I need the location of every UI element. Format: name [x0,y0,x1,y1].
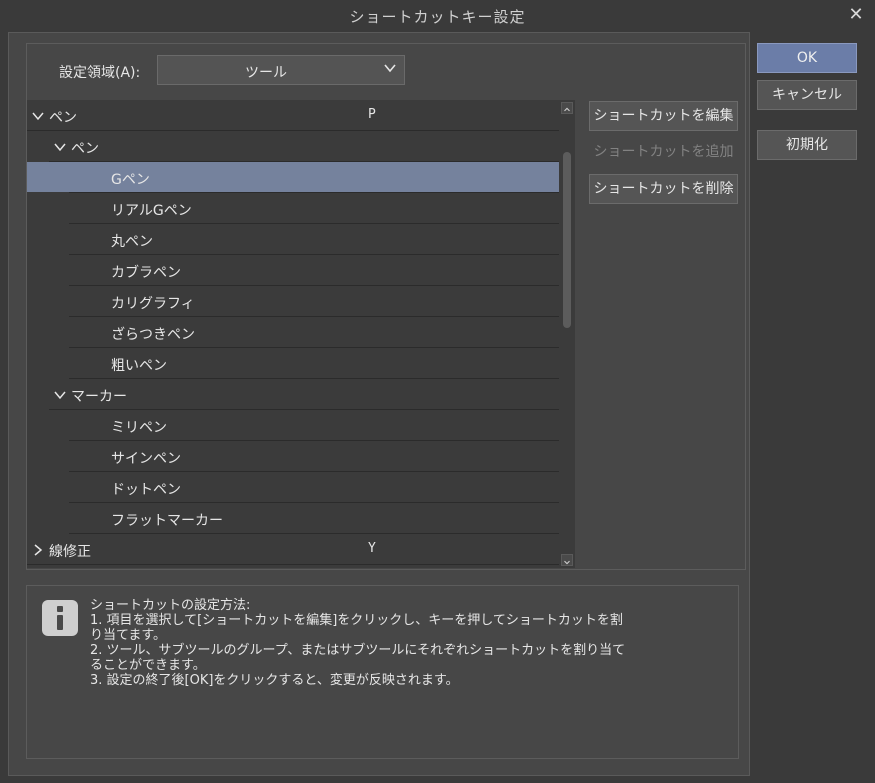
tree-row[interactable]: カブラペン [27,255,559,286]
chevron-up-icon [564,107,570,112]
chevron-down-icon[interactable] [54,389,66,401]
info-line-2b: ることができます。 [90,658,206,673]
tree-item-label: カリグラフィ [111,296,195,312]
tree-row[interactable]: ざらつきペン [27,317,559,348]
scroll-up-button[interactable] [561,102,573,114]
tree-row[interactable]: ドットペン [27,472,559,503]
tree-row[interactable]: Gペン [27,162,559,193]
scroll-down-button[interactable] [561,554,573,566]
main-panel: 設定領域(A): ツール ペン P ペン GペンリアルGペン 丸ペンカブラペンカリグラフ… [8,32,750,776]
title-bar: ショートカットキー設定 ✕ [0,0,875,32]
tree-item-label: ざらつきペン [111,327,195,343]
cancel-button[interactable]: キャンセル [757,80,857,110]
tree-scrollbar[interactable] [559,100,575,568]
tree-row[interactable]: ペン P [27,100,559,131]
info-line-1b: り当てます。 [90,628,167,643]
row-divider [27,564,559,565]
tree-item-label: マーカー [71,389,127,405]
tree-row[interactable]: マーカー [27,379,559,410]
tree-item-label: 丸ペン [111,234,153,250]
selection-highlight [27,162,559,192]
tree-row[interactable]: リアルGペン [27,193,559,224]
tree-row[interactable]: フラットマーカー [27,503,559,534]
shortcut-tree[interactable]: ペン P ペン GペンリアルGペン 丸ペンカブラペンカリグラフィ ざらつきペン 粗いペンマー… [27,100,559,568]
info-heading: ショートカットの設定方法: [90,598,251,613]
tree-row[interactable]: サインペン [27,441,559,472]
reset-button[interactable]: 初期化 [757,130,857,160]
info-line-1a: 1. 項目を選択して[ショートカットを編集]をクリックし、キーを押してショートカ… [90,613,623,628]
info-icon [42,600,78,636]
tree-row[interactable]: ミリペン [27,410,559,441]
tree-item-shortcut: Y [368,541,376,556]
tree-item-label: カブラペン [111,265,181,281]
tree-item-label: ミリペン [111,420,167,436]
delete-shortcut-button[interactable]: ショートカットを削除 [589,174,738,204]
tree-row[interactable]: 線修正 Y [27,534,559,565]
scroll-thumb[interactable] [563,152,571,328]
tree-item-label: ペン [49,110,77,126]
area-selected-value: ツール [245,65,287,81]
info-line-3: 3. 設定の終了後[OK]をクリックすると、変更が反映されます。 [90,673,459,688]
window-title: ショートカットキー設定 [349,8,526,26]
info-line-2a: 2. ツール、サブツールのグループ、またはサブツールにそれぞれショートカットを割… [90,643,626,658]
tree-item-label: サインペン [111,451,181,467]
tree-row[interactable]: カリグラフィ [27,286,559,317]
tree-item-label: 粗いペン [111,358,167,374]
close-icon[interactable]: ✕ [847,6,865,24]
area-dropdown[interactable]: ツール [157,55,405,85]
tree-item-label: ペン [71,141,99,157]
chevron-right-icon[interactable] [32,544,44,556]
info-text: ショートカットの設定方法: 1. 項目を選択して[ショートカットを編集]をクリッ… [90,598,730,688]
ok-button[interactable]: OK [757,43,857,73]
tree-item-label: フラットマーカー [111,513,223,529]
chevron-down-icon[interactable] [32,110,44,122]
tree-item-shortcut: P [368,107,376,122]
tree-item-label: ドットペン [111,482,181,498]
chevron-down-icon [564,560,570,565]
info-box: ショートカットの設定方法: 1. 項目を選択して[ショートカットを編集]をクリッ… [26,585,739,759]
tree-row[interactable]: 丸ペン [27,224,559,255]
tree-row[interactable]: 粗いペン [27,348,559,379]
chevron-down-icon [384,64,396,73]
tree-item-label: 線修正 [49,544,91,560]
area-label: 設定領域(A): [59,65,141,81]
edit-shortcut-button[interactable]: ショートカットを編集 [589,101,738,131]
tree-item-label: リアルGペン [111,203,192,219]
chevron-down-icon[interactable] [54,141,66,153]
tree-item-label: Gペン [111,172,150,188]
tree-row[interactable]: ペン [27,131,559,162]
add-shortcut-button[interactable]: ショートカットを追加 [589,137,738,167]
